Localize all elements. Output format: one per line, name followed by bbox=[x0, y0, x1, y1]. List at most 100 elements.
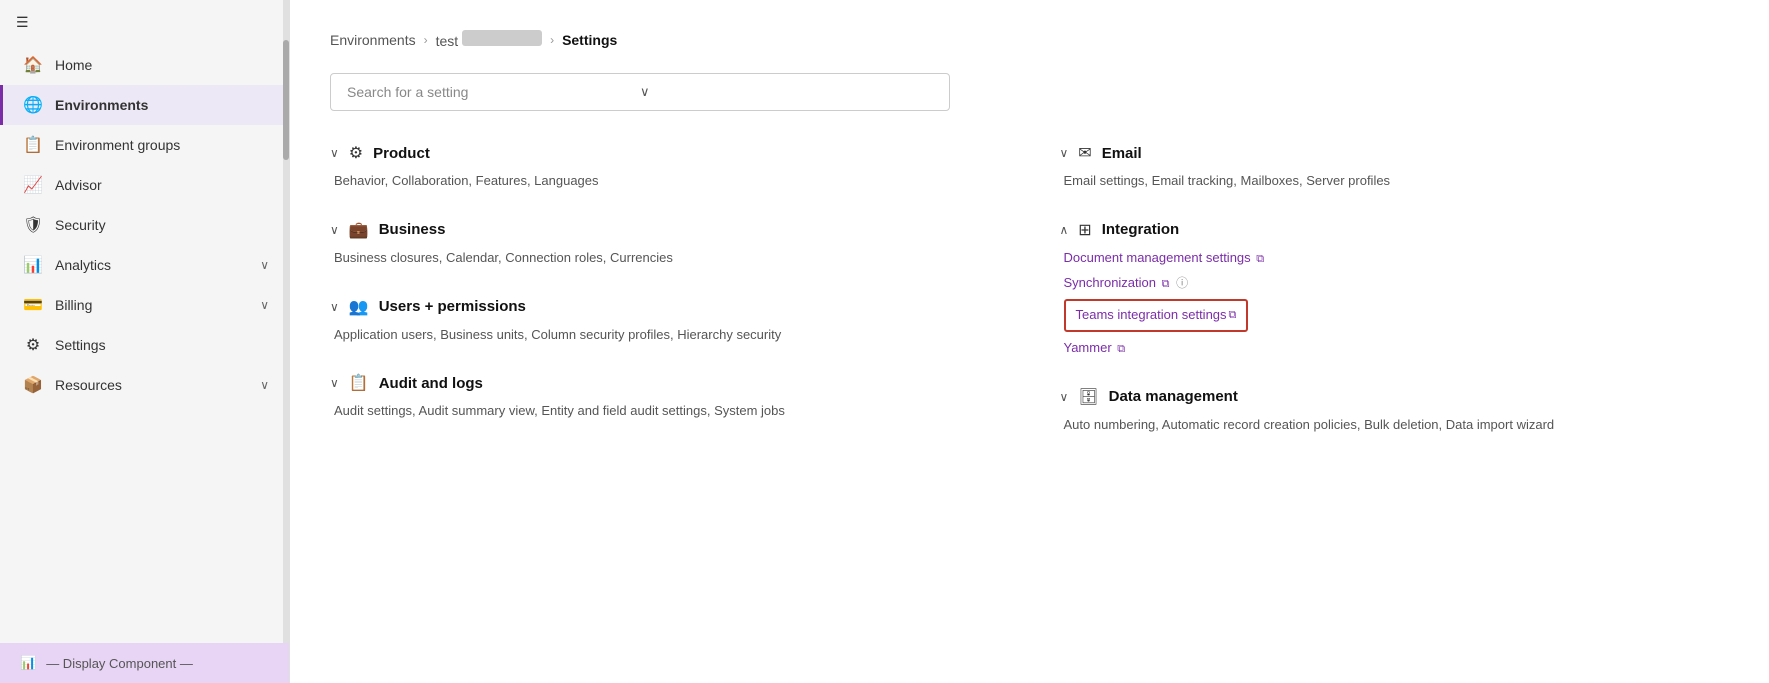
chevron-icon-resources: ∨ bbox=[260, 378, 269, 392]
sidebar-scrollbar[interactable] bbox=[283, 0, 289, 683]
link-row-teams: Teams integration settings ⧉ bbox=[1064, 297, 1730, 334]
analytics-icon: 📊 bbox=[23, 255, 43, 275]
section-business: ∨ 💼 Business Business closures, Calendar… bbox=[330, 220, 1000, 269]
collapse-icon-integration[interactable]: ∧ bbox=[1060, 223, 1069, 237]
link-teams[interactable]: Teams integration settings bbox=[1076, 305, 1227, 326]
sidebar-item-environments[interactable]: 🌐 Environments bbox=[0, 85, 289, 125]
ext-icon-doc-mgmt: ⧉ bbox=[1256, 253, 1264, 265]
breadcrumb-sep1: › bbox=[424, 33, 428, 47]
settings-grid: ∨ ⚙ Product Behavior, Collaboration, Fea… bbox=[330, 143, 1729, 464]
section-title-data-management: Data management bbox=[1109, 388, 1238, 405]
env-name-text: test bbox=[436, 33, 459, 49]
sidebar-label-environment-groups: Environment groups bbox=[55, 137, 180, 153]
sidebar-item-environment-groups[interactable]: 📋 Environment groups bbox=[0, 125, 289, 165]
section-icon-email: ✉ bbox=[1078, 143, 1091, 163]
breadcrumb-current: Settings bbox=[562, 32, 617, 48]
display-component-label: — Display Component — bbox=[46, 656, 193, 671]
section-icon-business: 💼 bbox=[349, 220, 369, 240]
section-icon-users-permissions: 👥 bbox=[349, 297, 369, 317]
sidebar-label-settings: Settings bbox=[55, 337, 106, 353]
sidebar-label-billing: Billing bbox=[55, 297, 92, 313]
sidebar-label-analytics: Analytics bbox=[55, 257, 111, 273]
display-component-icon: 📊 bbox=[20, 655, 36, 671]
section-header-data-management: ∨ 🗄 Data management bbox=[1060, 387, 1730, 407]
section-title-product: Product bbox=[373, 145, 430, 162]
ext-icon-teams: ⧉ bbox=[1229, 307, 1237, 325]
sidebar-item-resources[interactable]: 📦 Resources ∨ bbox=[0, 365, 289, 405]
breadcrumb-environments[interactable]: Environments bbox=[330, 32, 416, 48]
info-icon-sync[interactable]: ⓘ bbox=[1176, 276, 1188, 290]
environments-icon: 🌐 bbox=[23, 95, 43, 115]
sidebar-item-billing[interactable]: 💳 Billing ∨ bbox=[0, 285, 289, 325]
collapse-icon-product[interactable]: ∨ bbox=[330, 146, 339, 160]
section-header-email: ∨ ✉ Email bbox=[1060, 143, 1730, 163]
collapse-icon-audit-logs[interactable]: ∨ bbox=[330, 376, 339, 390]
section-icon-data-management: 🗄 bbox=[1078, 387, 1098, 407]
teams-link-box: Teams integration settings ⧉ bbox=[1064, 299, 1249, 332]
link-row-doc-mgmt: Document management settings ⧉ bbox=[1064, 248, 1730, 269]
scrollbar-thumb bbox=[283, 40, 289, 160]
section-icon-integration: ⊞ bbox=[1078, 220, 1091, 240]
section-icon-product: ⚙ bbox=[349, 143, 363, 163]
section-icon-audit-logs: 📋 bbox=[349, 373, 369, 393]
collapse-icon-data-management[interactable]: ∨ bbox=[1060, 390, 1069, 404]
section-product: ∨ ⚙ Product Behavior, Collaboration, Fea… bbox=[330, 143, 1000, 192]
breadcrumb: Environments › test › Settings bbox=[330, 30, 1729, 49]
collapse-icon-business[interactable]: ∨ bbox=[330, 223, 339, 237]
sidebar-label-advisor: Advisor bbox=[55, 177, 102, 193]
section-header-integration: ∧ ⊞ Integration bbox=[1060, 220, 1730, 240]
home-icon: 🏠 bbox=[23, 55, 43, 75]
settings-icon: ⚙ bbox=[23, 335, 43, 355]
section-title-business: Business bbox=[379, 221, 446, 238]
link-doc-mgmt[interactable]: Document management settings bbox=[1064, 250, 1251, 265]
collapse-icon-users-permissions[interactable]: ∨ bbox=[330, 300, 339, 314]
sidebar-item-home[interactable]: 🏠 Home bbox=[0, 45, 289, 85]
chevron-icon-analytics: ∨ bbox=[260, 258, 269, 272]
sidebar-item-security[interactable]: 🛡 Security bbox=[0, 205, 289, 245]
section-title-users-permissions: Users + permissions bbox=[379, 298, 526, 315]
link-yammer[interactable]: Yammer bbox=[1064, 340, 1112, 355]
section-links-product: Behavior, Collaboration, Features, Langu… bbox=[330, 171, 1000, 192]
main-content: Environments › test › Settings Search fo… bbox=[290, 0, 1769, 683]
breadcrumb-sep2: › bbox=[550, 33, 554, 47]
section-links-data-management: Auto numbering, Automatic record creatio… bbox=[1060, 415, 1730, 436]
section-links-email: Email settings, Email tracking, Mailboxe… bbox=[1060, 171, 1730, 192]
link-sync[interactable]: Synchronization bbox=[1064, 275, 1157, 290]
sidebar-item-advisor[interactable]: 📈 Advisor bbox=[0, 165, 289, 205]
link-row-sync: Synchronization ⧉ ⓘ bbox=[1064, 273, 1730, 294]
search-chevron-icon: ∨ bbox=[640, 84, 933, 100]
chevron-icon-billing: ∨ bbox=[260, 298, 269, 312]
search-bar[interactable]: Search for a setting ∨ bbox=[330, 73, 950, 111]
section-users-permissions: ∨ 👥 Users + permissions Application user… bbox=[330, 297, 1000, 346]
environment-groups-icon: 📋 bbox=[23, 135, 43, 155]
security-icon: 🛡 bbox=[23, 215, 43, 235]
section-header-audit-logs: ∨ 📋 Audit and logs bbox=[330, 373, 1000, 393]
left-column: ∨ ⚙ Product Behavior, Collaboration, Fea… bbox=[330, 143, 1000, 464]
section-header-users-permissions: ∨ 👥 Users + permissions bbox=[330, 297, 1000, 317]
billing-icon: 💳 bbox=[23, 295, 43, 315]
sidebar-label-resources: Resources bbox=[55, 377, 122, 393]
sidebar-label-home: Home bbox=[55, 57, 92, 73]
ext-icon-sync: ⧉ bbox=[1162, 278, 1170, 290]
section-title-audit-logs: Audit and logs bbox=[379, 375, 483, 392]
sidebar-item-settings[interactable]: ⚙ Settings bbox=[0, 325, 289, 365]
section-header-business: ∨ 💼 Business bbox=[330, 220, 1000, 240]
section-integration: ∧ ⊞ Integration Document management sett… bbox=[1060, 220, 1730, 359]
sidebar: ☰ 🏠 Home 🌐 Environments 📋 Environment gr… bbox=[0, 0, 290, 683]
collapse-icon-email[interactable]: ∨ bbox=[1060, 146, 1069, 160]
sidebar-item-analytics[interactable]: 📊 Analytics ∨ bbox=[0, 245, 289, 285]
sidebar-label-security: Security bbox=[55, 217, 106, 233]
section-title-integration: Integration bbox=[1102, 221, 1180, 238]
display-component[interactable]: 📊 — Display Component — bbox=[0, 643, 289, 683]
hamburger-button[interactable]: ☰ bbox=[0, 0, 289, 45]
breadcrumb-env-name: test bbox=[436, 30, 542, 49]
hamburger-icon: ☰ bbox=[16, 14, 29, 30]
right-column: ∨ ✉ Email Email settings, Email tracking… bbox=[1060, 143, 1730, 464]
section-header-product: ∨ ⚙ Product bbox=[330, 143, 1000, 163]
section-audit-logs: ∨ 📋 Audit and logs Audit settings, Audit… bbox=[330, 373, 1000, 422]
section-links-integration: Document management settings ⧉ Synchroni… bbox=[1060, 248, 1730, 359]
section-links-business: Business closures, Calendar, Connection … bbox=[330, 248, 1000, 269]
resources-icon: 📦 bbox=[23, 375, 43, 395]
section-data-management: ∨ 🗄 Data management Auto numbering, Auto… bbox=[1060, 387, 1730, 436]
section-email: ∨ ✉ Email Email settings, Email tracking… bbox=[1060, 143, 1730, 192]
